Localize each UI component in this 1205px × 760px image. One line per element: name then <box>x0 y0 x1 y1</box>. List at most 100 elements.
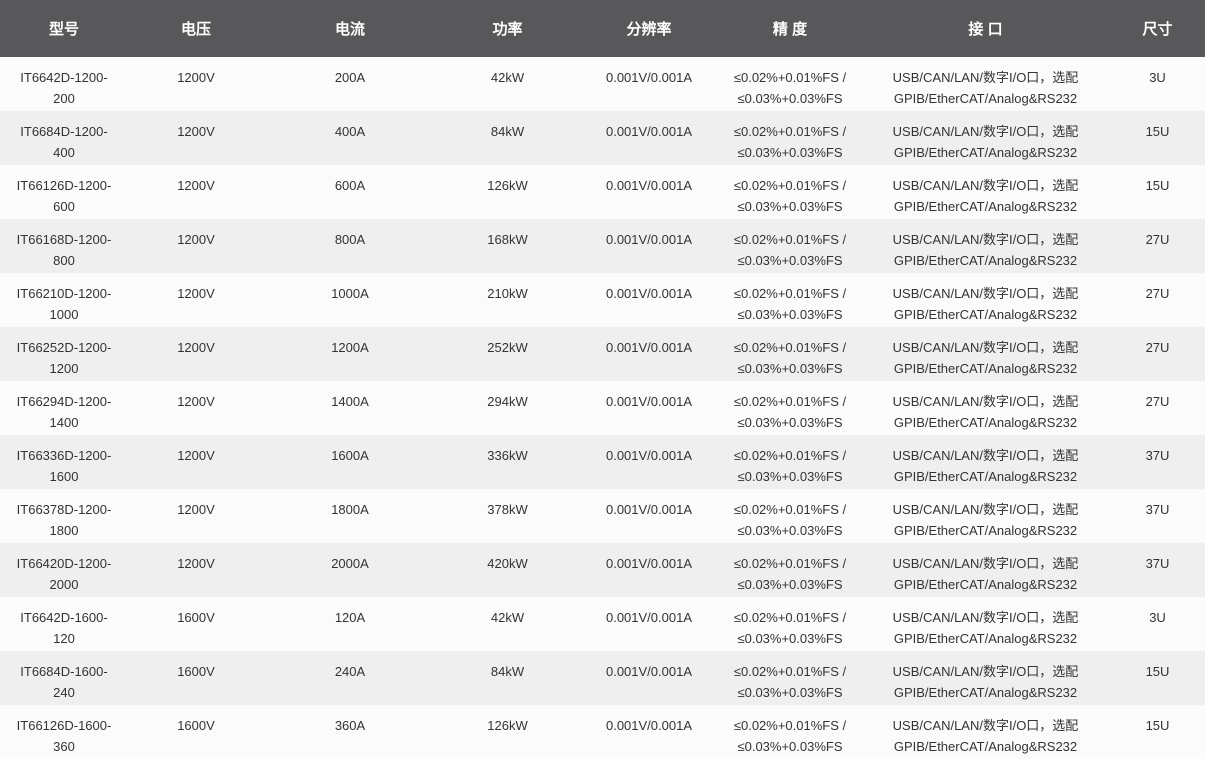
power-cell: 294kW <box>487 394 528 409</box>
resolution-cell: 0.001V/0.001A <box>605 70 693 85</box>
accuracy-line1: ≤0.02%+0.01%FS / <box>733 556 847 571</box>
model-line2: 600 <box>53 199 75 214</box>
accuracy-cell: ≤0.02%+0.01%FS / ≤0.03%+0.03%FS <box>719 381 861 435</box>
accuracy-line1: ≤0.02%+0.01%FS / <box>733 232 847 247</box>
model-cell: IT66126D-1600- 360 <box>0 705 128 759</box>
current-cell: 120A <box>334 610 366 625</box>
size-cell: 15U <box>1145 718 1170 733</box>
interface-cell: USB/CAN/LAN/数字I/O口，选配 GPIB/EtherCAT/Anal… <box>861 111 1110 165</box>
voltage-cell: 1600V <box>177 664 215 679</box>
current-cell: 1400A <box>331 394 369 409</box>
accuracy-line1: ≤0.02%+0.01%FS / <box>733 664 847 679</box>
accuracy-cell: ≤0.02%+0.01%FS / ≤0.03%+0.03%FS <box>719 543 861 597</box>
interface-line2: GPIB/EtherCAT/Analog&RS232 <box>893 739 1078 754</box>
voltage-cell: 1200V <box>177 232 215 247</box>
interface-cell: USB/CAN/LAN/数字I/O口，选配 GPIB/EtherCAT/Anal… <box>861 435 1110 489</box>
model-line2: 800 <box>53 253 75 268</box>
interface-line2: GPIB/EtherCAT/Analog&RS232 <box>893 469 1078 484</box>
interface-cell: USB/CAN/LAN/数字I/O口，选配 GPIB/EtherCAT/Anal… <box>861 651 1110 705</box>
model-line1: IT66126D-1200- <box>16 178 112 193</box>
interface-line2: GPIB/EtherCAT/Analog&RS232 <box>893 307 1078 322</box>
model-cell: IT6684D-1200- 400 <box>0 111 128 165</box>
accuracy-line2: ≤0.03%+0.03%FS <box>737 91 843 106</box>
accuracy-line1: ≤0.02%+0.01%FS / <box>733 178 847 193</box>
power-cell: 252kW <box>487 340 528 355</box>
accuracy-line1: ≤0.02%+0.01%FS / <box>733 610 847 625</box>
column-header-accuracy: 精 度 <box>719 0 861 57</box>
interface-line1: USB/CAN/LAN/数字I/O口，选配 <box>892 556 1079 571</box>
current-cell: 400A <box>334 124 366 139</box>
size-cell: 27U <box>1145 232 1170 247</box>
model-line1: IT66420D-1200- <box>16 556 112 571</box>
power-cell: 42kW <box>490 610 525 625</box>
interface-line1: USB/CAN/LAN/数字I/O口，选配 <box>892 448 1079 463</box>
size-cell: 15U <box>1145 178 1170 193</box>
accuracy-line2: ≤0.03%+0.03%FS <box>737 685 843 700</box>
voltage-cell: 1200V <box>177 124 215 139</box>
accuracy-line1: ≤0.02%+0.01%FS / <box>733 394 847 409</box>
voltage-cell: 1200V <box>177 340 215 355</box>
interface-cell: USB/CAN/LAN/数字I/O口，选配 GPIB/EtherCAT/Anal… <box>861 597 1110 651</box>
header-row: 型号 电压 电流 功率 分辨率精 度接 口尺寸 <box>0 0 1205 57</box>
power-cell: 168kW <box>487 232 528 247</box>
accuracy-cell: ≤0.02%+0.01%FS / ≤0.03%+0.03%FS <box>719 597 861 651</box>
model-line1: IT66126D-1600- <box>16 718 112 733</box>
column-header-power: 功率 <box>436 0 579 57</box>
model-cell: IT66168D-1200- 800 <box>0 219 128 273</box>
accuracy-line2: ≤0.03%+0.03%FS <box>737 415 843 430</box>
interface-line2: GPIB/EtherCAT/Analog&RS232 <box>893 577 1078 592</box>
interface-line1: USB/CAN/LAN/数字I/O口，选配 <box>892 286 1079 301</box>
table-row: IT6684D-1600- 240 1600V 240A 84kW 0.001V… <box>0 651 1205 705</box>
power-cell: 126kW <box>487 718 528 733</box>
size-cell: 27U <box>1145 340 1170 355</box>
model-line1: IT6642D-1200- <box>20 70 108 85</box>
model-line2: 1600 <box>49 469 79 484</box>
size-cell: 37U <box>1145 448 1170 463</box>
interface-line1: USB/CAN/LAN/数字I/O口，选配 <box>892 394 1079 409</box>
model-line2: 240 <box>53 685 75 700</box>
size-cell: 15U <box>1145 124 1170 139</box>
accuracy-line2: ≤0.03%+0.03%FS <box>737 307 843 322</box>
accuracy-line1: ≤0.02%+0.01%FS / <box>733 286 847 301</box>
accuracy-cell: ≤0.02%+0.01%FS / ≤0.03%+0.03%FS <box>719 219 861 273</box>
interface-cell: USB/CAN/LAN/数字I/O口，选配 GPIB/EtherCAT/Anal… <box>861 165 1110 219</box>
accuracy-cell: ≤0.02%+0.01%FS / ≤0.03%+0.03%FS <box>719 651 861 705</box>
accuracy-line2: ≤0.03%+0.03%FS <box>737 739 843 754</box>
accuracy-cell: ≤0.02%+0.01%FS / ≤0.03%+0.03%FS <box>719 57 861 111</box>
interface-line2: GPIB/EtherCAT/Analog&RS232 <box>893 415 1078 430</box>
size-cell: 3U <box>1149 610 1166 625</box>
size-cell: 37U <box>1145 556 1170 571</box>
interface-cell: USB/CAN/LAN/数字I/O口，选配 GPIB/EtherCAT/Anal… <box>861 705 1110 759</box>
voltage-cell: 1600V <box>177 610 215 625</box>
model-cell: IT6642D-1200- 200 <box>0 57 128 111</box>
model-line2: 200 <box>53 91 75 106</box>
accuracy-line2: ≤0.03%+0.03%FS <box>737 361 843 376</box>
accuracy-line2: ≤0.03%+0.03%FS <box>737 145 843 160</box>
interface-line2: GPIB/EtherCAT/Analog&RS232 <box>893 685 1078 700</box>
interface-line1: USB/CAN/LAN/数字I/O口，选配 <box>892 178 1079 193</box>
resolution-cell: 0.001V/0.001A <box>605 502 693 517</box>
current-cell: 800A <box>334 232 366 247</box>
accuracy-line1: ≤0.02%+0.01%FS / <box>733 340 847 355</box>
power-cell: 420kW <box>487 556 528 571</box>
size-cell: 15U <box>1145 664 1170 679</box>
resolution-cell: 0.001V/0.001A <box>605 340 693 355</box>
accuracy-line1: ≤0.02%+0.01%FS / <box>733 448 847 463</box>
table-row: IT6642D-1200- 200 1200V 200A 42kW 0.001V… <box>0 57 1205 111</box>
voltage-cell: 1200V <box>177 556 215 571</box>
accuracy-line1: ≤0.02%+0.01%FS / <box>733 718 847 733</box>
power-cell: 210kW <box>487 286 528 301</box>
table-row: IT66378D-1200- 1800 1200V 1800A 378kW 0.… <box>0 489 1205 543</box>
accuracy-line2: ≤0.03%+0.03%FS <box>737 577 843 592</box>
interface-line2: GPIB/EtherCAT/Analog&RS232 <box>893 145 1078 160</box>
size-cell: 27U <box>1145 394 1170 409</box>
interface-cell: USB/CAN/LAN/数字I/O口，选配 GPIB/EtherCAT/Anal… <box>861 219 1110 273</box>
model-cell: IT6642D-1600- 120 <box>0 597 128 651</box>
resolution-cell: 0.001V/0.001A <box>605 394 693 409</box>
resolution-cell: 0.001V/0.001A <box>605 124 693 139</box>
interface-line2: GPIB/EtherCAT/Analog&RS232 <box>893 631 1078 646</box>
model-cell: IT66210D-1200- 1000 <box>0 273 128 327</box>
interface-cell: USB/CAN/LAN/数字I/O口，选配 GPIB/EtherCAT/Anal… <box>861 489 1110 543</box>
table-row: IT66126D-1600- 360 1600V 360A 126kW 0.00… <box>0 705 1205 759</box>
power-cell: 126kW <box>487 178 528 193</box>
